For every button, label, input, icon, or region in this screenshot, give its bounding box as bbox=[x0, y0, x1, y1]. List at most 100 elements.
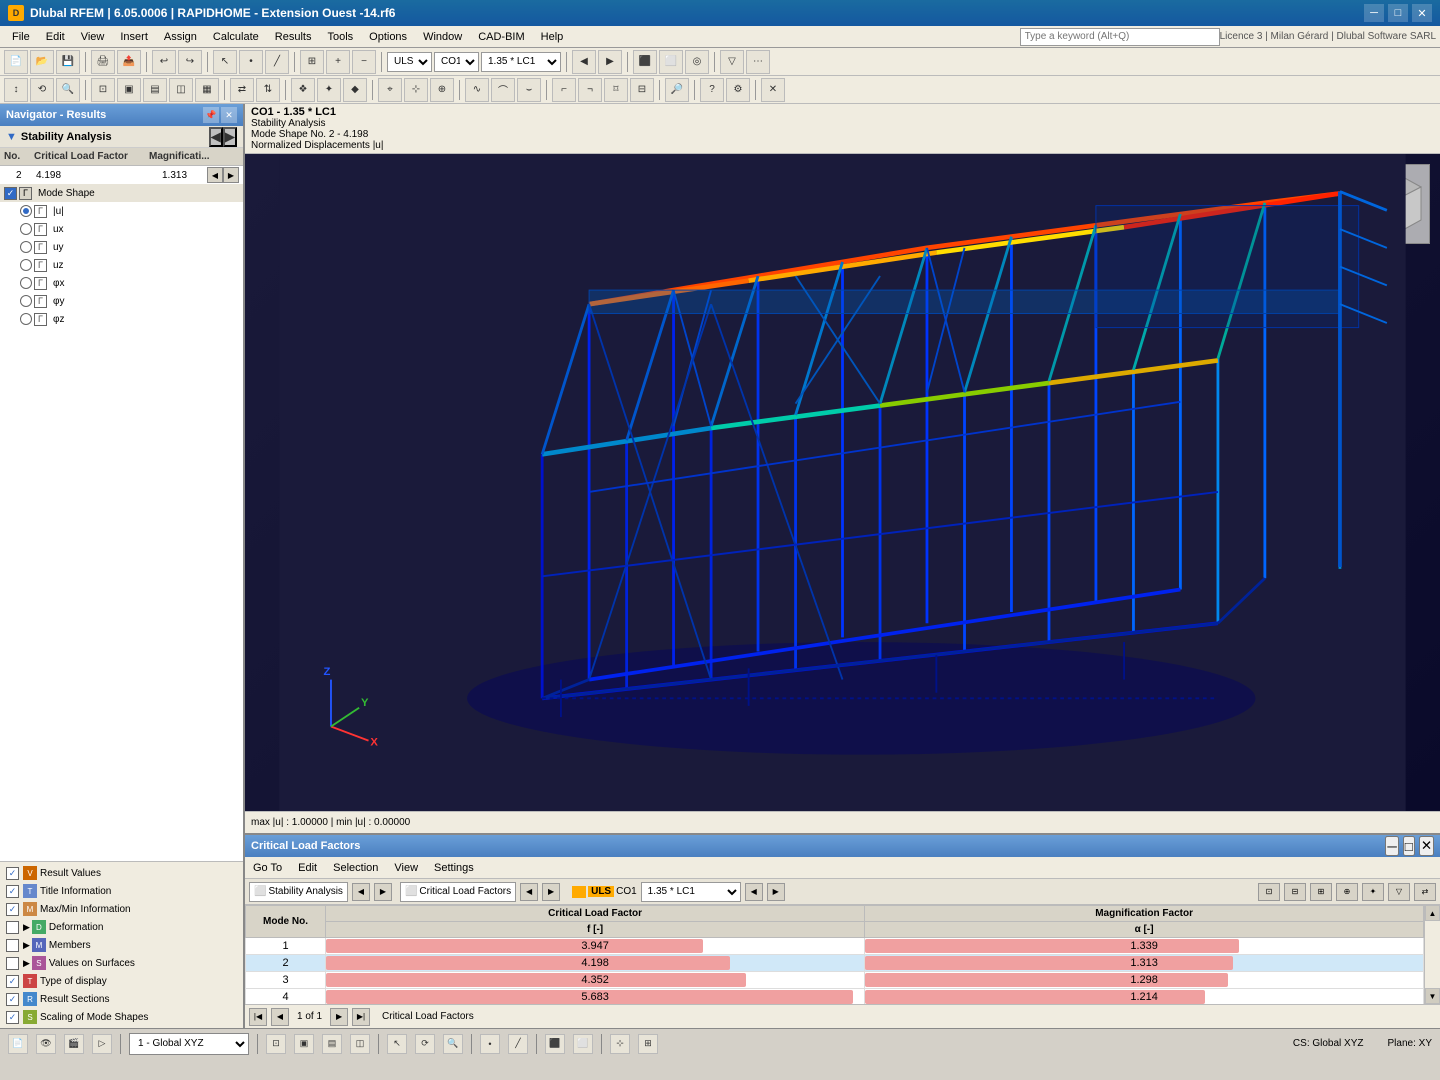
tb2-btn20[interactable]: ⌐ bbox=[552, 78, 576, 102]
mode-cb-uy[interactable]: Γ bbox=[34, 241, 47, 254]
mode-radio-uy[interactable] bbox=[20, 241, 32, 253]
tb2-btn22[interactable]: ⌑ bbox=[604, 78, 628, 102]
clf-cell[interactable]: 3.947 bbox=[326, 938, 865, 955]
menu-assign[interactable]: Assign bbox=[156, 26, 205, 47]
table-next-btn[interactable]: ▶ bbox=[542, 883, 560, 901]
btm-selection[interactable]: Selection bbox=[329, 862, 382, 874]
table-scrollbar[interactable]: ▲ ▼ bbox=[1424, 905, 1440, 1004]
nav-maxmin-info[interactable]: M Max/Min Information bbox=[0, 900, 243, 918]
result-prev-btn[interactable]: ◀ bbox=[352, 883, 370, 901]
tb2-btn6[interactable]: ▤ bbox=[143, 78, 167, 102]
export-btn[interactable]: 📤 bbox=[117, 50, 141, 74]
rt-btn7[interactable]: ⇄ bbox=[1414, 883, 1436, 901]
smooth-btn[interactable]: ◎ bbox=[685, 50, 709, 74]
status-wire-btn[interactable]: ⬜ bbox=[573, 1034, 593, 1054]
zoom-out-btn[interactable]: − bbox=[352, 50, 376, 74]
menu-edit[interactable]: Edit bbox=[38, 26, 73, 47]
scroll-down-btn[interactable]: ▼ bbox=[1425, 988, 1440, 1004]
more-btn[interactable]: ⋯ bbox=[746, 50, 770, 74]
menu-insert[interactable]: Insert bbox=[112, 26, 156, 47]
menu-file[interactable]: File bbox=[4, 26, 38, 47]
print-btn[interactable]: 🖨 bbox=[91, 50, 115, 74]
tb2-btn7[interactable]: ◫ bbox=[169, 78, 193, 102]
status-view-btn1[interactable]: ⊡ bbox=[266, 1034, 286, 1054]
tree-data-row[interactable]: 2 4.198 1.313 ◀ ▶ bbox=[0, 166, 243, 184]
status-view-btn4[interactable]: ◫ bbox=[350, 1034, 370, 1054]
tb2-btn13[interactable]: ◆ bbox=[343, 78, 367, 102]
mode-shape-item[interactable]: ✓ Γ Mode Shape bbox=[0, 184, 243, 202]
btm-goto[interactable]: Go To bbox=[249, 862, 286, 874]
tb2-btn8[interactable]: ▦ bbox=[195, 78, 219, 102]
table-row[interactable]: 1 bbox=[246, 938, 326, 955]
tb2-btn21[interactable]: ¬ bbox=[578, 78, 602, 102]
nav-close-btn[interactable]: ✕ bbox=[221, 107, 237, 123]
status-nav-btn1[interactable]: ↖ bbox=[387, 1034, 407, 1054]
menu-calculate[interactable]: Calculate bbox=[205, 26, 267, 47]
status-nav-btn2[interactable]: ⟳ bbox=[415, 1034, 435, 1054]
nav-prev-btn[interactable]: ◀ bbox=[209, 127, 223, 147]
menu-help[interactable]: Help bbox=[533, 26, 572, 47]
tb2-zoom[interactable]: 🔎 bbox=[665, 78, 689, 102]
node-btn[interactable]: • bbox=[239, 50, 263, 74]
status-view-btn3[interactable]: ▤ bbox=[322, 1034, 342, 1054]
rt-btn6[interactable]: ▽ bbox=[1388, 883, 1410, 901]
btm-edit[interactable]: Edit bbox=[294, 862, 321, 874]
tb2-btn1[interactable]: ↕ bbox=[4, 78, 28, 102]
close-button[interactable]: ✕ bbox=[1412, 4, 1432, 22]
select-btn[interactable]: ↖ bbox=[213, 50, 237, 74]
mode-item-ux[interactable]: Γ ux bbox=[0, 220, 243, 238]
mode-radio-phiz[interactable] bbox=[20, 313, 32, 325]
surfaces-cb[interactable] bbox=[6, 957, 19, 970]
mode-cb-phix[interactable]: Γ bbox=[34, 277, 47, 290]
co-combo[interactable]: CO1 bbox=[434, 52, 479, 72]
nav-prev-page-btn[interactable]: ◀ bbox=[271, 1008, 289, 1026]
tb2-help[interactable]: ? bbox=[700, 78, 724, 102]
nav-last-btn[interactable]: ▶| bbox=[352, 1008, 370, 1026]
nav-first-btn[interactable]: |◀ bbox=[249, 1008, 267, 1026]
table-row[interactable]: 4 bbox=[246, 989, 326, 1005]
tb2-btn14[interactable]: ⌖ bbox=[378, 78, 402, 102]
menu-results[interactable]: Results bbox=[267, 26, 320, 47]
tb2-btn15[interactable]: ⊹ bbox=[404, 78, 428, 102]
results-table-area[interactable]: Mode No. Critical Load Factor Magnificat… bbox=[245, 905, 1424, 1004]
status-node-btn[interactable]: • bbox=[480, 1034, 500, 1054]
lc-prev-btn[interactable]: ◀ bbox=[745, 883, 763, 901]
redo-btn[interactable]: ↪ bbox=[178, 50, 202, 74]
mag-cell[interactable]: 1.313 bbox=[865, 955, 1424, 972]
filter-btn[interactable]: ▽ bbox=[720, 50, 744, 74]
tb2-btn10[interactable]: ⇅ bbox=[256, 78, 280, 102]
mode-item-uy[interactable]: Γ uy bbox=[0, 238, 243, 256]
menu-tools[interactable]: Tools bbox=[319, 26, 361, 47]
lc-ref-combo[interactable]: 1.35 * LC1 bbox=[641, 882, 741, 902]
deformation-cb[interactable] bbox=[6, 921, 19, 934]
scaling-cb[interactable] bbox=[6, 1011, 19, 1024]
clf-cell[interactable]: 4.198 bbox=[326, 955, 865, 972]
mode-cb-uz[interactable]: Γ bbox=[34, 259, 47, 272]
minimize-button[interactable]: ─ bbox=[1364, 4, 1384, 22]
mode-radio-uz[interactable] bbox=[20, 259, 32, 271]
prev-result-btn[interactable]: ◀ bbox=[572, 50, 596, 74]
tb2-btn18[interactable]: ⌒ bbox=[491, 78, 515, 102]
menu-cad-bim[interactable]: CAD-BIM bbox=[470, 26, 532, 47]
menu-view[interactable]: View bbox=[73, 26, 113, 47]
mode-item-phiz[interactable]: Γ φz bbox=[0, 310, 243, 328]
save-btn[interactable]: 💾 bbox=[56, 50, 80, 74]
status-grid-btn[interactable]: ⊞ bbox=[638, 1034, 658, 1054]
menu-window[interactable]: Window bbox=[415, 26, 470, 47]
rt-btn1[interactable]: ⊡ bbox=[1258, 883, 1280, 901]
tb2-btn5[interactable]: ▣ bbox=[117, 78, 141, 102]
tb2-btn23[interactable]: ⊟ bbox=[630, 78, 654, 102]
table-row[interactable]: 3 bbox=[246, 972, 326, 989]
status-btn4[interactable]: ▷ bbox=[92, 1034, 112, 1054]
tb2-btn19[interactable]: ⌣ bbox=[517, 78, 541, 102]
mode-radio-phiy[interactable] bbox=[20, 295, 32, 307]
status-btn2[interactable]: 👁 bbox=[36, 1034, 56, 1054]
nav-members[interactable]: ▶ M Members bbox=[0, 936, 243, 954]
mode-cb-phiy[interactable]: Γ bbox=[34, 295, 47, 308]
nav-type-display[interactable]: T Type of display bbox=[0, 972, 243, 990]
next-result-btn[interactable]: ▶ bbox=[598, 50, 622, 74]
tb2-btn3[interactable]: 🔍 bbox=[56, 78, 80, 102]
mode-radio-ux[interactable] bbox=[20, 223, 32, 235]
table-row[interactable]: 2 bbox=[246, 955, 326, 972]
mode-cb-ux[interactable]: Γ bbox=[34, 223, 47, 236]
